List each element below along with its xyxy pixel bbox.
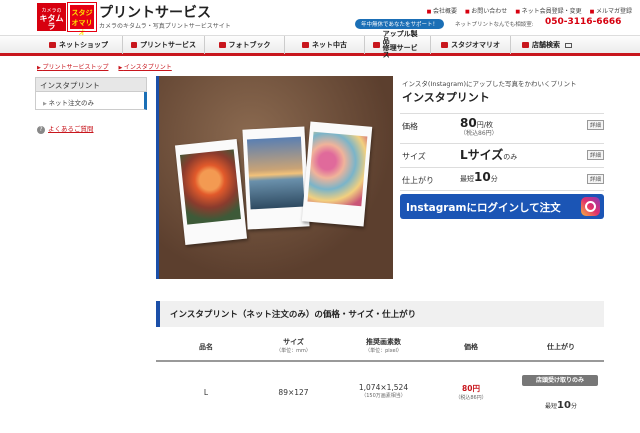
col-size: サイズ （単位：mm） [276, 338, 311, 354]
print-card-sunset [242, 126, 310, 230]
print-icon [131, 42, 137, 48]
cell-name: L [203, 388, 209, 397]
studio-mario-logo[interactable]: スタジオマリオ [67, 2, 97, 37]
instagram-icon [581, 197, 600, 216]
nav-netshop[interactable]: ネットショップ [35, 36, 123, 54]
main-nav: ネットショップ プリントサービス フォトブック ネット中古 アップル製品 修理サ… [0, 31, 640, 59]
finish-value: 10 [474, 170, 491, 184]
col-finish: 仕上がり [547, 343, 575, 351]
sidebar-item-net-order[interactable]: ネット注文のみ [35, 92, 147, 110]
store-icon [522, 42, 529, 48]
col-price: 価格 [464, 343, 478, 351]
apple-icon [373, 42, 380, 48]
support-badge: 年中無休であなたをサポート！ [355, 19, 444, 29]
product-photo [156, 76, 393, 279]
size-value-wrap: Lサイズのみ [460, 146, 517, 163]
price-tax: （税込86円） [460, 130, 498, 137]
table-row: L 89×127 1,074×1,524 （150万画素相当） 80円 （税込86円… [156, 362, 604, 422]
size-value: Lサイズ [460, 148, 504, 162]
breadcrumb-print-top[interactable]: プリントサービストップ [37, 62, 108, 71]
sidebar-heading: インスタプリント [35, 77, 147, 92]
product-caption: インスタ(Instagram)にアップした写真をかわいくプリント [402, 80, 577, 88]
product-title: インスタプリント [402, 91, 490, 104]
top-link-member[interactable]: ネット会員登録・変更 [515, 6, 582, 15]
finish-detail-button[interactable]: 詳細 [586, 174, 604, 184]
breadcrumb-instaprint[interactable]: インスタプリント [118, 62, 172, 71]
finish-row: 仕上がり 最短10分 詳細 [400, 167, 604, 191]
instagram-button-label: Instagramにログインして注文 [406, 202, 561, 214]
size-detail-button[interactable]: 詳細 [586, 150, 604, 160]
nav-store-search[interactable]: 店舗検索 [511, 36, 583, 54]
kitamura-logo[interactable]: カメラの キタムラ [37, 3, 66, 31]
cell-size: 89×127 [278, 388, 309, 397]
art-image [307, 131, 368, 207]
top-link-company[interactable]: 会社概要 [427, 6, 457, 15]
store-pickup-badge: 店頭受け取りのみ [522, 375, 598, 386]
col-name: 品名 [199, 343, 213, 351]
price-detail-button[interactable]: 詳細 [586, 120, 604, 130]
nav-photobook[interactable]: フォトブック [205, 36, 285, 54]
col-pixels: 推奨画素数 （単位：pixel） [365, 338, 402, 354]
site-header: カメラの キタムラ スタジオマリオ プリントサービス カメラのキタムラ・写真プリン… [0, 0, 640, 37]
size-label: サイズ [402, 152, 426, 161]
print-card-art [301, 121, 373, 227]
flower-image [179, 149, 241, 225]
nav-print-service[interactable]: プリントサービス [123, 36, 205, 54]
top-links: 会社概要 お問い合わせ ネット会員登録・変更 メルマガ登録 [427, 6, 632, 15]
nav-studio-mario[interactable]: スタジオマリオ [431, 36, 511, 54]
photobook-icon [218, 42, 226, 48]
dropdown-icon [565, 42, 572, 48]
accent-bar [156, 76, 159, 279]
price-label: 価格 [402, 122, 418, 131]
support-text: ネットプリントなんでも相談室: [455, 22, 534, 28]
camera-icon [302, 42, 309, 48]
top-link-mailmag[interactable]: メルマガ登録 [590, 6, 632, 15]
finish-unit: 分 [490, 175, 498, 183]
finish-label: 仕上がり [402, 176, 434, 185]
nav-apple-repair[interactable]: アップル製品 修理サービス [365, 31, 431, 59]
finish-prefix: 最短 [460, 175, 474, 183]
sidebar: インスタプリント ネット注文のみ [35, 77, 147, 110]
site-title: プリントサービス [99, 5, 211, 21]
size-row: サイズ Lサイズのみ 詳細 [400, 143, 604, 167]
support-phone[interactable]: 050-3116-6666 [545, 17, 621, 27]
shop-icon [49, 42, 56, 48]
price-row: 価格 80円/枚 （税込86円） 詳細 [400, 113, 604, 143]
top-link-contact[interactable]: お問い合わせ [465, 6, 507, 15]
faq-link[interactable]: よくあるご質問 [37, 123, 94, 134]
size-suffix: のみ [503, 153, 518, 161]
sunset-image [246, 136, 305, 210]
print-card-flowers [174, 139, 248, 245]
studio-icon [441, 42, 448, 48]
nav-used[interactable]: ネット中古 [285, 36, 365, 54]
cell-finish: 最短10分 [545, 400, 577, 411]
instagram-login-button[interactable]: Instagramにログインして注文 [400, 194, 604, 219]
section-title: インスタプリント（ネット注文のみ）の価格・サイズ・仕上がり [156, 301, 604, 327]
cell-pixels: 1,074×1,524 （150万画素相当） [358, 383, 409, 399]
cell-price: 80円 （税込86円） [455, 384, 487, 401]
price-value-wrap: 80円/枚 （税込86円） [460, 116, 498, 137]
site-subtitle: カメラのキタムラ・写真プリントサービスサイト [99, 23, 231, 30]
breadcrumb: プリントサービストップ インスタプリント [37, 62, 172, 71]
table-header: 品名 サイズ （単位：mm） 推奨画素数 （単位：pixel） 価格 仕上がり [156, 336, 604, 362]
finish-value-wrap: 最短10分 [460, 170, 498, 184]
